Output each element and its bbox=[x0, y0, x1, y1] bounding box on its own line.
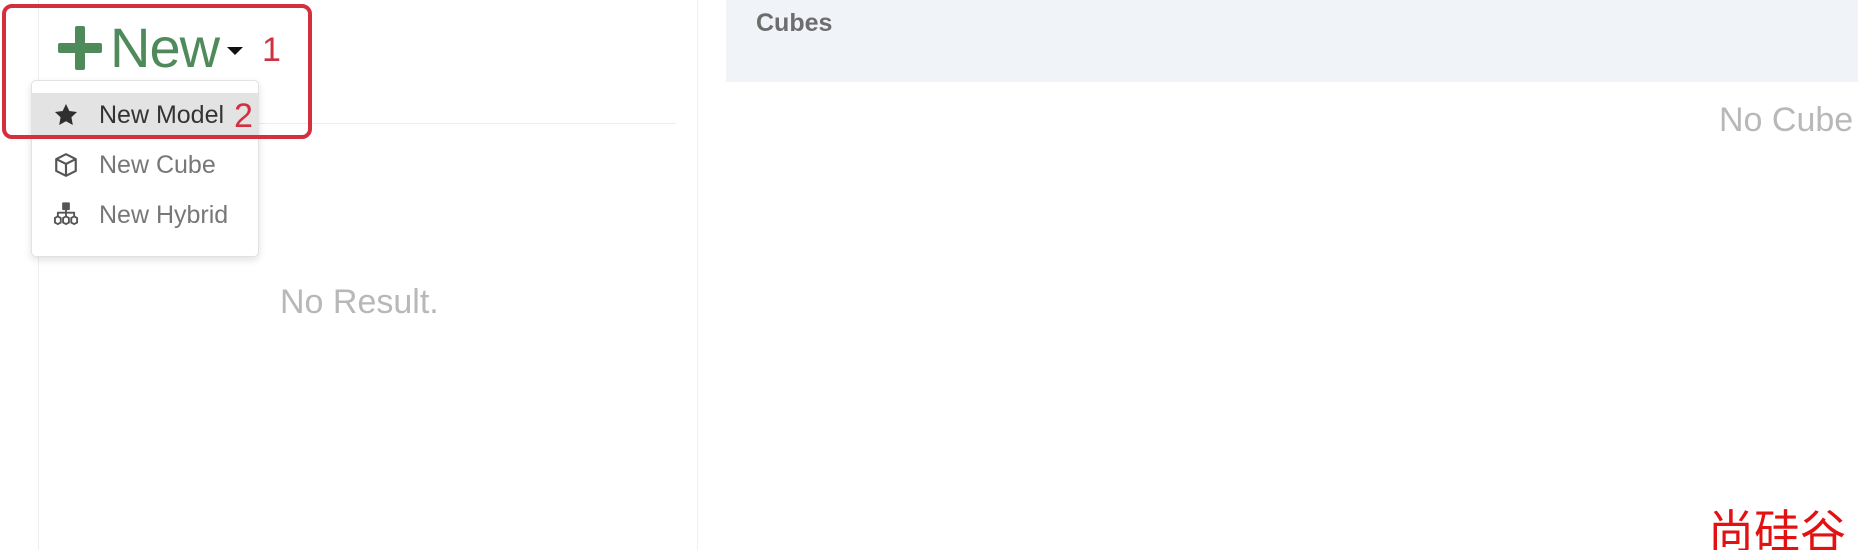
empty-cube-text: No Cube bbox=[1719, 101, 1854, 139]
annotation-number-2: 2 bbox=[234, 97, 253, 135]
menu-item-label: New Hybrid bbox=[99, 200, 229, 229]
page: New New Model New Cube New Hybrid 1 2 No… bbox=[0, 0, 1858, 550]
watermark-text: 尚硅谷 bbox=[1708, 505, 1846, 550]
annotation-highlight-box bbox=[2, 4, 312, 139]
cube-icon bbox=[52, 151, 80, 179]
menu-item-new-cube[interactable]: New Cube bbox=[32, 143, 258, 187]
cubes-panel-title: Cubes bbox=[756, 9, 833, 37]
annotation-number-1: 1 bbox=[262, 31, 281, 69]
menu-item-new-hybrid[interactable]: New Hybrid bbox=[32, 193, 258, 237]
menu-item-label: New Cube bbox=[99, 150, 216, 179]
cubes-panel-header: Cubes bbox=[726, 0, 1858, 82]
panel-border bbox=[697, 0, 698, 550]
hierarchy-icon bbox=[52, 201, 80, 229]
empty-result-text: No Result. bbox=[280, 283, 439, 321]
model-list-panel: New New Model New Cube New Hybrid 1 2 No… bbox=[0, 0, 700, 550]
